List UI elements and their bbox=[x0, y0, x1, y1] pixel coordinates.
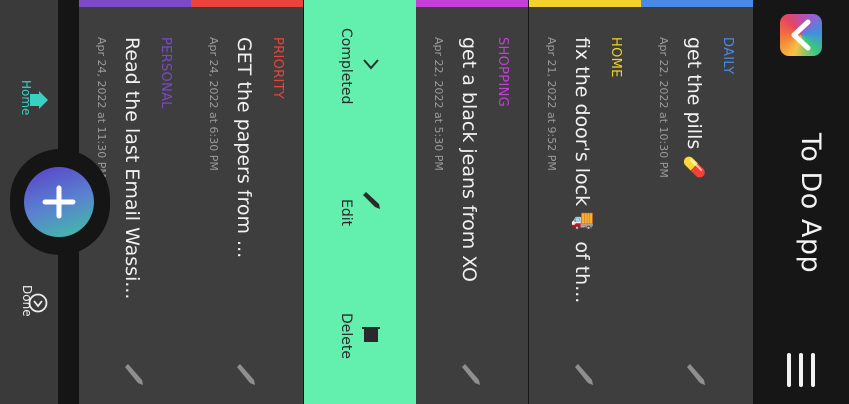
trash-icon bbox=[362, 327, 380, 342]
task-card-home[interactable]: HOME fix the door's lock 🚚 of th... Apr … bbox=[529, 0, 641, 404]
category-color-bar bbox=[641, 0, 753, 7]
category-color-bar bbox=[79, 0, 191, 7]
back-chevron-icon bbox=[791, 19, 811, 51]
delete-action[interactable]: Delete bbox=[338, 313, 354, 359]
app-logo[interactable] bbox=[780, 14, 822, 56]
nav-done-label[interactable]: Done bbox=[8, 285, 34, 317]
pencil-icon[interactable] bbox=[124, 361, 146, 387]
task-time: Apr 22, 2022 at 10:30 PM bbox=[657, 37, 670, 178]
task-card-priority[interactable]: PRIORITY GET the papers from ... Apr 24,… bbox=[191, 0, 303, 404]
plus-icon bbox=[42, 185, 76, 219]
task-card-shopping[interactable]: SHOPPING get a black jeans from XO Apr 2… bbox=[416, 0, 528, 404]
task-time: Apr 22, 2022 at 5:30 PM bbox=[432, 37, 445, 171]
add-task-button[interactable] bbox=[24, 167, 94, 237]
task-title: get the pills 💊 bbox=[683, 37, 705, 179]
pencil-icon[interactable] bbox=[236, 361, 258, 387]
task-category: SHOPPING bbox=[495, 37, 510, 107]
task-title: fix the door's lock 🚚 of th... bbox=[571, 37, 593, 304]
pencil-icon bbox=[363, 192, 380, 209]
edit-action[interactable]: Edit bbox=[338, 199, 354, 226]
task-time: Apr 24, 2022 at 11:30 PM bbox=[95, 37, 108, 178]
check-icon bbox=[363, 59, 379, 70]
task-category: PERSONAL bbox=[158, 37, 173, 109]
task-time: Apr 24, 2022 at 6:30 PM bbox=[207, 37, 220, 171]
category-color-bar bbox=[416, 0, 528, 7]
pencil-icon[interactable] bbox=[461, 361, 483, 387]
pencil-icon[interactable] bbox=[574, 361, 596, 387]
task-category: DAILY bbox=[720, 37, 735, 75]
complete-action[interactable]: Completed bbox=[338, 28, 354, 104]
nav-home-label[interactable]: Home bbox=[7, 80, 33, 115]
pencil-icon[interactable] bbox=[686, 361, 708, 387]
task-card-daily[interactable]: DAILY get the pills 💊 Apr 22, 2022 at 10… bbox=[641, 0, 753, 404]
task-actions-panel: Completed Edit Delete bbox=[304, 0, 416, 404]
task-title: GET the papers from ... bbox=[233, 37, 255, 259]
task-category: PRIORITY bbox=[270, 37, 285, 100]
category-color-bar bbox=[191, 0, 303, 7]
category-color-bar bbox=[529, 0, 641, 7]
task-title: get a black jeans from XO bbox=[458, 37, 480, 282]
hamburger-menu-icon[interactable] bbox=[787, 353, 815, 387]
task-category: HOME bbox=[608, 37, 623, 78]
task-time: Apr 21, 2022 at 9:52 PM bbox=[545, 37, 558, 171]
task-title: Read the last Email Wassi... bbox=[121, 37, 143, 300]
app-title: To Do App bbox=[795, 133, 826, 274]
